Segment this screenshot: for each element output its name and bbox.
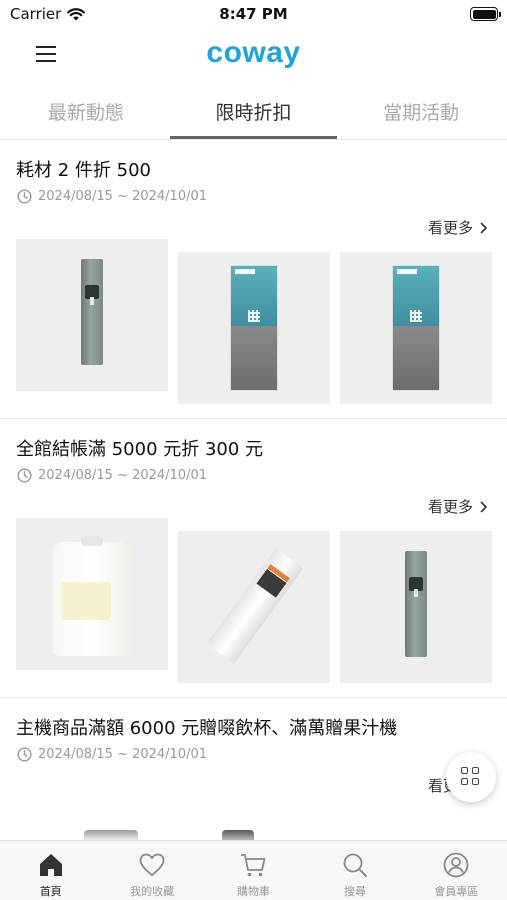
promotion-date-text: 2024/08/15 ~ 2024/10/01 bbox=[38, 468, 208, 483]
bottom-tab-label: 會員專區 bbox=[434, 885, 479, 898]
bottom-tab-search[interactable]: 搜尋 bbox=[304, 841, 405, 900]
heart-icon bbox=[139, 853, 165, 877]
chevron-right-icon bbox=[480, 500, 487, 513]
bottom-tab-bar: 首頁 我的收藏 購物車 搜尋 會員專區 bbox=[0, 840, 507, 900]
bottom-tab-label: 購物車 bbox=[236, 885, 270, 898]
product-thumbnail-wrapped-filter[interactable] bbox=[178, 531, 330, 683]
product-thumbnail-water-dispenser[interactable] bbox=[340, 531, 492, 683]
promotion-date: 2024/08/15 ~ 2024/10/01 bbox=[17, 189, 207, 204]
grid-menu-button[interactable] bbox=[446, 752, 496, 802]
product-thumbnail-juicer[interactable] bbox=[222, 830, 254, 840]
promotion-title: 主機商品滿額 6000 元贈啜飲杯、滿萬贈果汁機 bbox=[16, 718, 398, 739]
promotion-date: 2024/08/15 ~ 2024/10/01 bbox=[17, 468, 207, 483]
product-thumbnail-ro-filter[interactable] bbox=[340, 252, 492, 404]
promotion-divider bbox=[0, 418, 507, 419]
see-more-link[interactable]: 看更多 bbox=[428, 217, 487, 238]
promotion-date: 2024/08/15 ~ 2024/10/01 bbox=[17, 747, 207, 762]
user-icon bbox=[443, 852, 469, 878]
promotion-date-text: 2024/08/15 ~ 2024/10/01 bbox=[38, 747, 208, 762]
bottom-tab-favorites[interactable]: 我的收藏 bbox=[101, 841, 202, 900]
tab-current-events[interactable]: 當期活動 bbox=[337, 84, 505, 140]
bottom-tab-home[interactable]: 首頁 bbox=[0, 841, 101, 900]
home-icon bbox=[39, 854, 62, 876]
bottom-tab-label: 首頁 bbox=[39, 885, 62, 898]
promotion-card[interactable]: 耗材 2 件折 500 2024/08/15 ~ 2024/10/01 看更多 bbox=[0, 142, 507, 418]
chevron-right-icon bbox=[480, 221, 487, 234]
promotion-divider bbox=[0, 697, 507, 698]
clock-icon bbox=[17, 747, 32, 762]
product-thumbnail-water-dispenser[interactable] bbox=[16, 239, 168, 391]
battery-icon bbox=[470, 7, 501, 21]
nav-bar: coway bbox=[0, 30, 507, 80]
see-more-label: 看更多 bbox=[427, 498, 473, 516]
see-more-label: 看更多 bbox=[427, 219, 473, 237]
search-icon bbox=[343, 853, 367, 877]
category-tabs: 最新動態 限時折扣 當期活動 bbox=[0, 84, 507, 140]
tabs-divider bbox=[0, 139, 507, 140]
status-bar: Carrier 8:47 PM bbox=[0, 0, 507, 30]
coway-logo: coway bbox=[206, 36, 301, 69]
promotion-title: 耗材 2 件折 500 bbox=[16, 160, 151, 181]
promotion-card[interactable]: 全館結帳滿 5000 元折 300 元 2024/08/15 ~ 2024/10… bbox=[0, 421, 507, 697]
tab-limited-discount[interactable]: 限時折扣 bbox=[169, 84, 338, 140]
promotion-date-text: 2024/08/15 ~ 2024/10/01 bbox=[38, 189, 208, 204]
see-more-link[interactable]: 看更多 bbox=[428, 496, 487, 517]
cart-icon bbox=[241, 854, 266, 877]
bottom-tab-label: 搜尋 bbox=[343, 885, 366, 898]
bottom-tab-cart[interactable]: 購物車 bbox=[203, 841, 304, 900]
clock-icon bbox=[17, 468, 32, 483]
clock-icon bbox=[17, 189, 32, 204]
product-thumbnail-sip-cup[interactable] bbox=[84, 830, 138, 840]
bottom-tab-member[interactable]: 會員專區 bbox=[406, 841, 507, 900]
promotion-card[interactable]: 主機商品滿額 6000 元贈啜飲杯、滿萬贈果汁機 2024/08/15 ~ 20… bbox=[0, 700, 507, 840]
tab-latest-news[interactable]: 最新動態 bbox=[2, 84, 170, 140]
promotion-title: 全館結帳滿 5000 元折 300 元 bbox=[16, 439, 264, 460]
product-thumbnail-bottle-filter[interactable] bbox=[16, 518, 168, 670]
bottom-tab-label: 我的收藏 bbox=[130, 885, 175, 898]
status-time: 8:47 PM bbox=[219, 5, 288, 23]
product-thumbnail-ro-filter[interactable] bbox=[178, 252, 330, 404]
